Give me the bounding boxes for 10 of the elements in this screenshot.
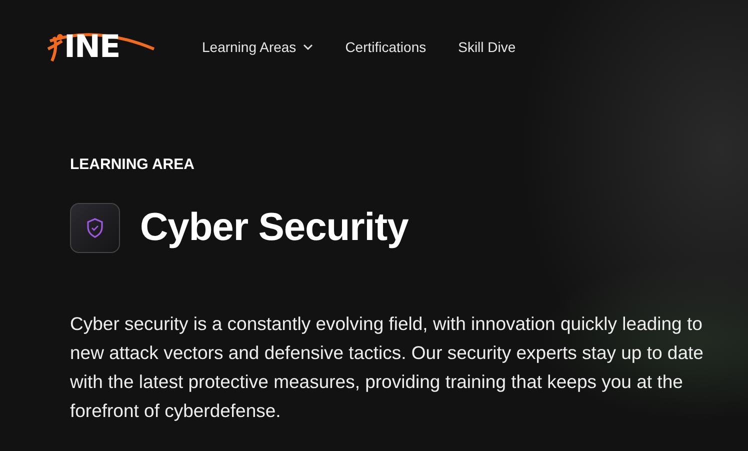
nav-link[interactable]: Learning Areas [202,39,314,55]
logo[interactable]: INE [46,29,158,65]
section-label: LEARNING AREA [70,156,196,173]
shield-check-icon [86,218,104,238]
nav-link[interactable]: Certifications [345,39,426,55]
nav-link[interactable]: Skill Dive [458,39,516,55]
chevron-down-icon [303,44,314,50]
logo-text: INE [64,32,120,62]
page-title: Cyber Security [140,206,408,250]
description-text: Cyber security is a constantly evolving field, with innovation quickly leading to new attack vectors and defensive tactics. Our security experts stay up to date with the latest protective measures, providing training that keeps you at the forefront of cyberdefense. [70,312,704,423]
